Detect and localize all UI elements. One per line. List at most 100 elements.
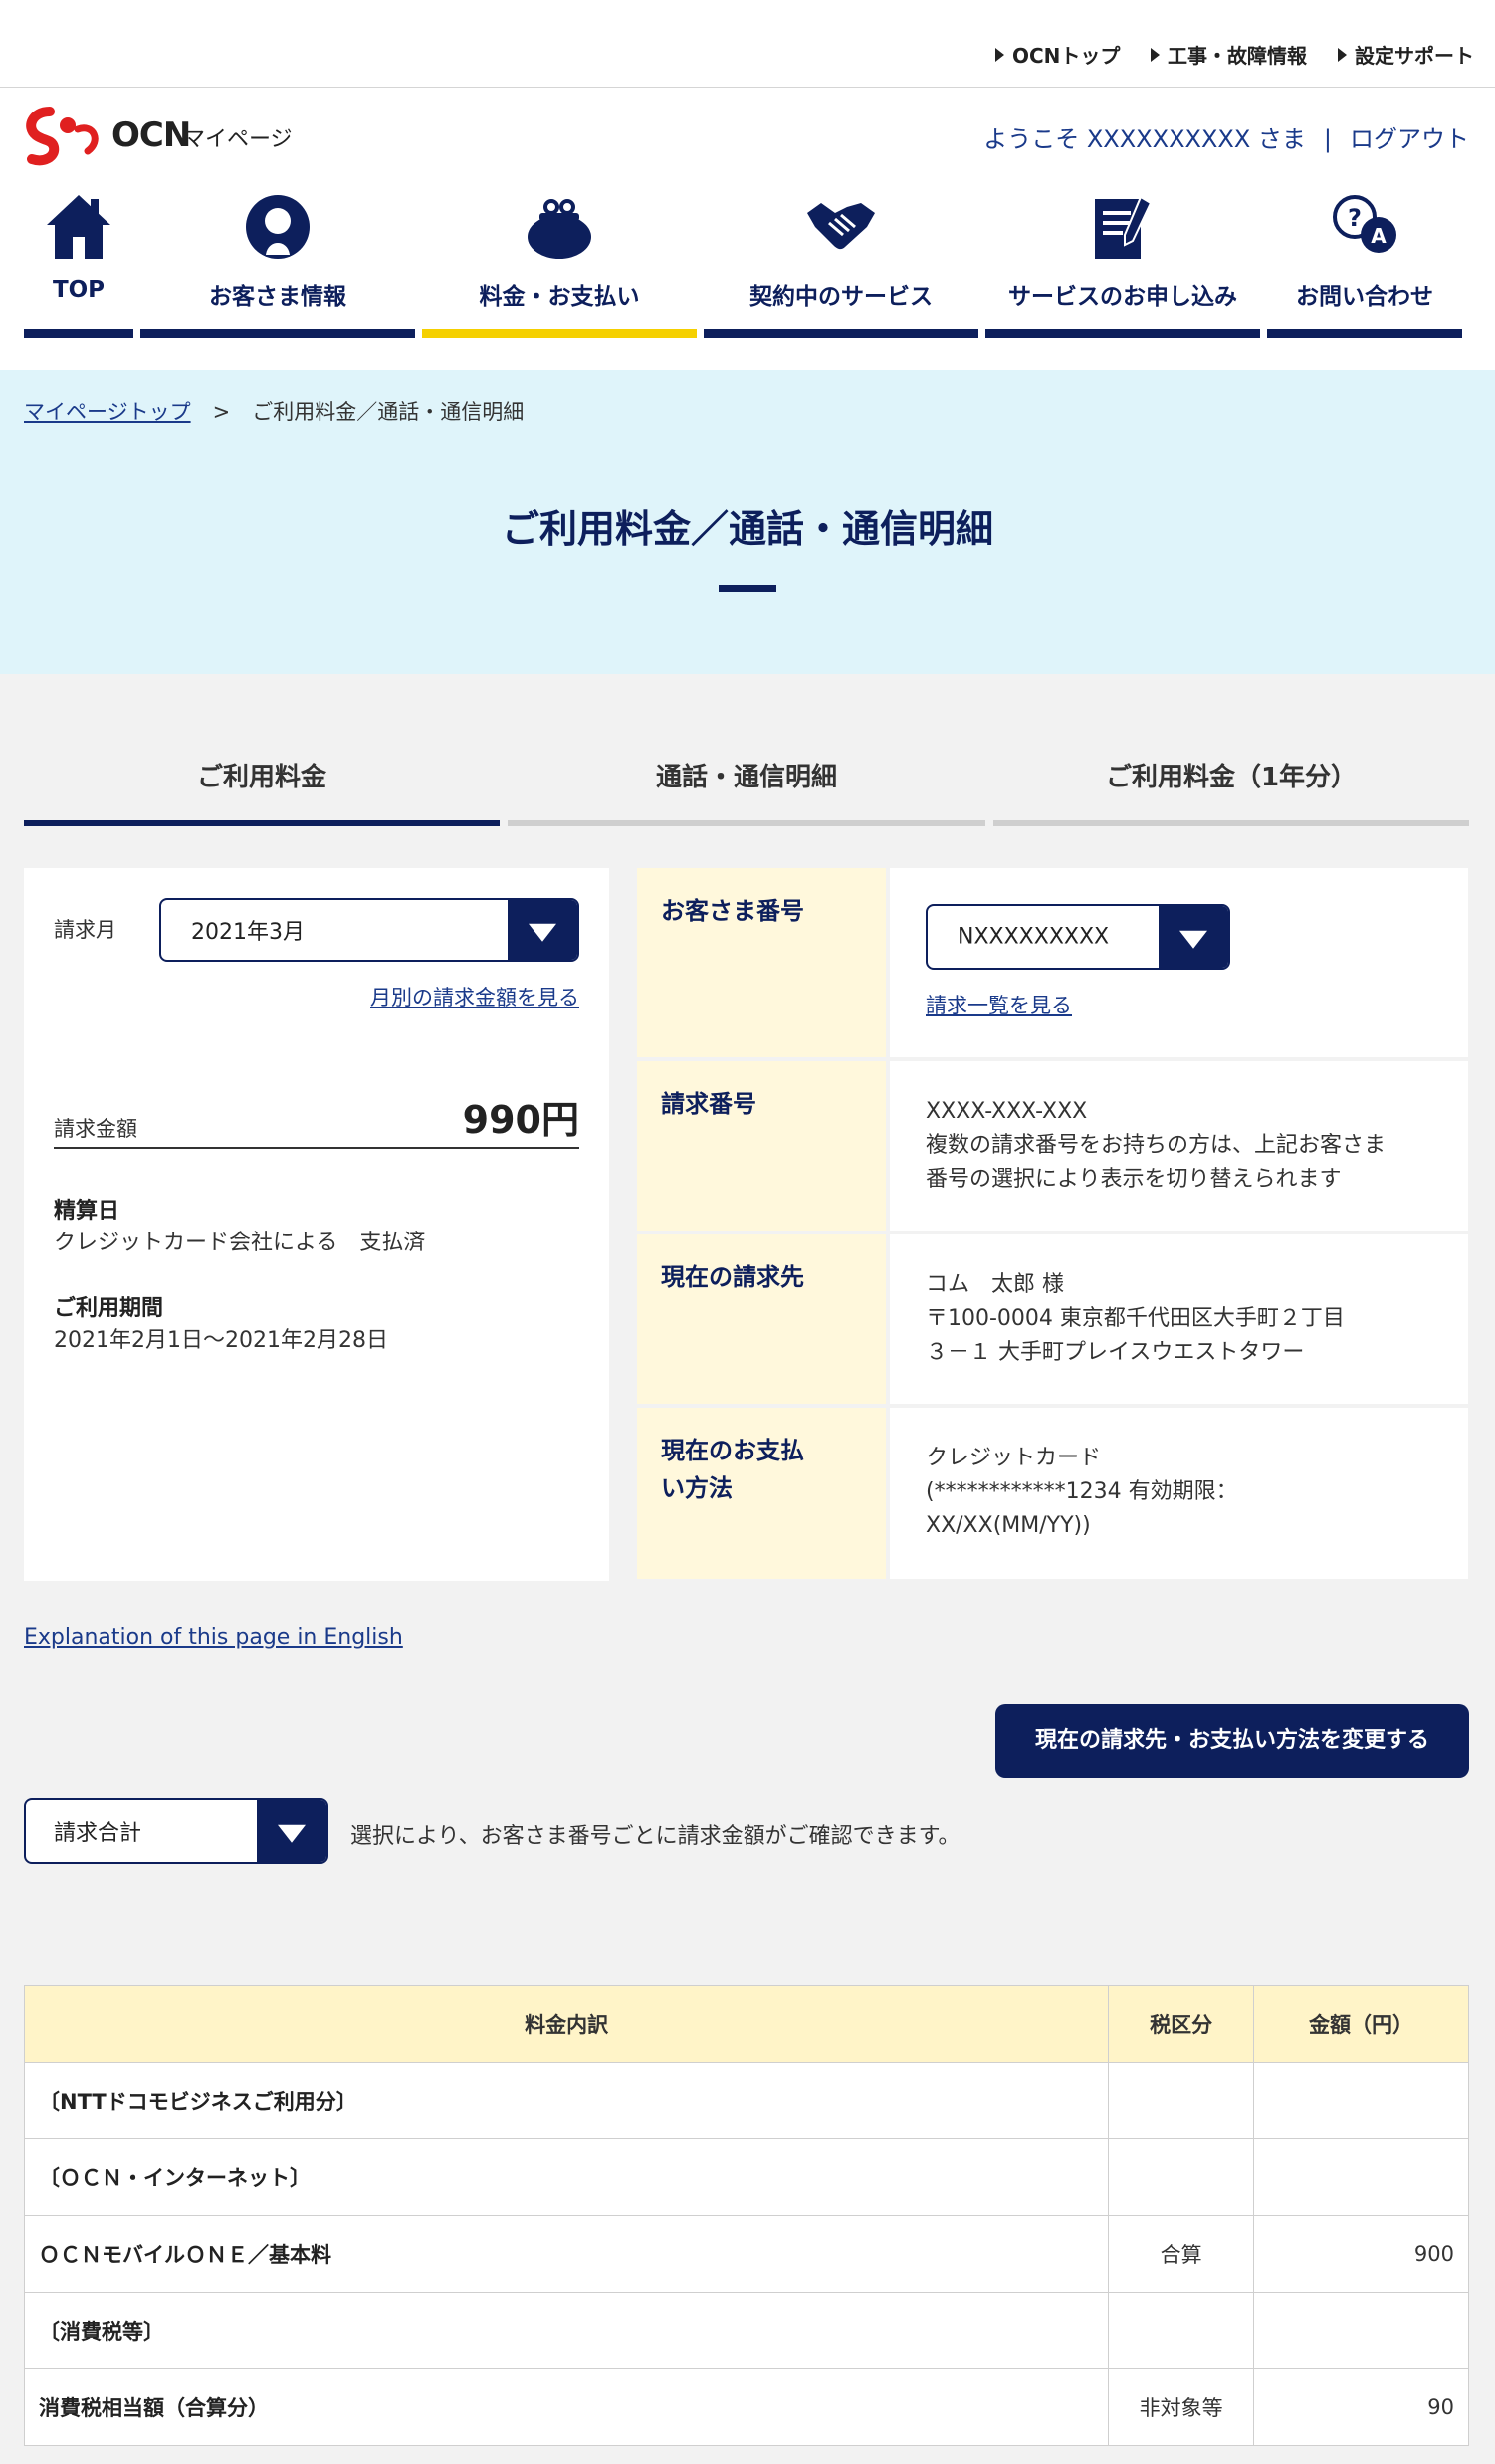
fee-breakdown-table: 料金内訳 税区分 金額（円） 〔NTTドコモビジネスご利用分〕 〔ＯＣＮ・インタ… [23,1985,1469,2446]
table-row: 消費税相当額（合算分） 非対象等 90 [23,2368,1469,2446]
question-bubble-icon: ? A [1333,195,1396,253]
breadcrumb: マイページトップ > ご利用料金／通話・通信明細 [24,396,524,426]
payment-card-expiry: XX/XX(MM/YY)) [926,1513,1091,1538]
logout-link[interactable]: ログアウト [1350,125,1469,153]
logo-text: OCN [111,115,191,155]
fee-tax [1108,2062,1255,2139]
triangle-right-icon [995,48,1004,62]
purse-icon [528,199,591,259]
billing-total-select[interactable]: 請求合計 [24,1798,328,1864]
logo-subtitle: マイページ [183,127,293,152]
home-icon [47,195,110,259]
page-title: ご利用料金／通話・通信明細 [501,507,993,551]
ocn-logo-icon[interactable] [22,106,107,169]
column-header-tax: 税区分 [1108,1985,1255,2063]
table-row: ＯＣＮモバイルＯＮＥ／基本料 合算 900 [23,2215,1469,2293]
svg-text:A: A [1371,224,1387,248]
chevron-down-icon [1159,906,1228,968]
breadcrumb-separator: > [212,400,231,424]
fee-item: 〔NTTドコモビジネスご利用分〕 [23,2062,1110,2139]
handshake-icon [807,203,875,250]
tab-call-details[interactable]: 通話・通信明細 [508,741,985,826]
nav-item-billing[interactable]: 料金・お支払い [422,189,697,338]
customer-number-label: お客さま番号 [637,868,886,1057]
monthly-amount-link[interactable]: 月別の請求金額を見る [370,982,579,1011]
info-row-invoice-number: 請求番号 XXXX-XXX-XXX 複数の請求番号をお持ちの方は、上記お客さま … [637,1061,1468,1231]
column-header-item: 料金内訳 [23,1985,1110,2063]
tab-annual-fee[interactable]: ご利用料金（1年分） [993,741,1469,826]
billing-summary-card: 請求月 2021年3月 月別の請求金額を見る 請求金額 990円 精算日 クレジ… [24,868,609,1581]
customer-number-select[interactable]: NXXXXXXXXX [926,904,1230,970]
info-row-billing-address: 現在の請求先 コム 太郎 様 〒100-0004 東京都千代田区大手町２丁目 ３… [637,1234,1468,1404]
info-row-customer-number: お客さま番号 NXXXXXXXXX 請求一覧を見る [637,868,1468,1057]
fee-amount: 90 [1253,2368,1469,2446]
welcome-separator: | [1323,125,1332,153]
nav-item-top[interactable]: TOP [24,189,133,338]
utility-link-construction[interactable]: 工事・故障情報 [1151,40,1307,69]
invoice-note-line-1: 複数の請求番号をお持ちの方は、上記お客さま [926,1133,1387,1158]
invoice-note-line-2: 番号の選択により表示を切り替えられます [926,1167,1342,1192]
title-underline [719,585,776,592]
english-explanation-link[interactable]: Explanation of this page in English [24,1625,403,1650]
welcome-text: ようこそ XXXXXXXXXX さま [983,125,1306,153]
chevron-down-icon [508,900,577,960]
page-hero: マイページトップ > ご利用料金／通話・通信明細 ご利用料金／通話・通信明細 [0,370,1495,674]
billing-amount-row: 請求金額 990円 [54,1089,579,1149]
breadcrumb-current: ご利用料金／通話・通信明細 [252,400,525,424]
user-icon [246,195,310,259]
document-pen-icon [1095,195,1153,259]
tab-usage-fee[interactable]: ご利用料金 [24,741,500,826]
table-header-row: 料金内訳 税区分 金額（円） [23,1985,1469,2063]
usage-period-value: 2021年2月1日～2021年2月28日 [54,1328,388,1353]
usage-period-label: ご利用期間 [54,1296,164,1321]
fee-tax [1108,2292,1255,2369]
payment-card-number: (************1234 有効期限： [926,1479,1238,1504]
settle-date-label: 精算日 [54,1199,120,1224]
breadcrumb-home-link[interactable]: マイページトップ [24,400,191,424]
fee-item: 〔ＯＣＮ・インターネット〕 [23,2138,1110,2216]
info-row-payment-method: 現在のお支払 い方法 クレジットカード (************1234 有効… [637,1408,1468,1579]
triangle-right-icon [1151,48,1160,62]
welcome-area: ようこそ XXXXXXXXXX さま | ログアウト [983,119,1469,154]
nav-item-apply-service[interactable]: サービスのお申し込み [985,189,1260,338]
column-header-amount: 金額（円） [1253,1985,1469,2063]
invoice-number-label: 請求番号 [637,1061,886,1231]
utility-bar: OCNトップ 工事・故障情報 設定サポート [0,0,1495,88]
billing-address-line-2: ３－１ 大手町プレイスウエストタワー [926,1340,1305,1365]
nav-item-contact[interactable]: ? A お問い合わせ [1267,189,1462,338]
fee-amount [1253,2062,1469,2139]
fee-item: ＯＣＮモバイルＯＮＥ／基本料 [23,2215,1110,2293]
table-row: 〔NTTドコモビジネスご利用分〕 [23,2062,1469,2139]
fee-tax [1108,2138,1255,2216]
payment-method-type: クレジットカード [926,1446,1102,1470]
fee-amount [1253,2292,1469,2369]
fee-item: 〔消費税等〕 [23,2292,1110,2369]
settle-date-value: クレジットカード会社による 支払済 [54,1231,426,1255]
invoice-list-link[interactable]: 請求一覧を見る [926,990,1072,1019]
triangle-right-icon [1338,48,1347,62]
utility-link-support[interactable]: 設定サポート [1338,40,1474,69]
billing-month-label: 請求月 [54,918,116,942]
payment-method-label: 現在のお支払 い方法 [637,1408,886,1579]
invoice-number-value: XXXX-XXX-XXX [926,1099,1088,1124]
chevron-down-icon [257,1800,326,1862]
fee-amount: 900 [1253,2215,1469,2293]
table-row: 〔ＯＣＮ・インターネット〕 [23,2138,1469,2216]
nav-item-customer-info[interactable]: お客さま情報 [140,189,415,338]
fee-tax: 合算 [1108,2215,1255,2293]
utility-link-ocn-top[interactable]: OCNトップ [995,40,1120,69]
billing-total-note: 選択により、お客さま番号ごとに請求金額がご確認できます。 [350,1824,961,1849]
svg-text:?: ? [1348,204,1362,232]
billing-address-label: 現在の請求先 [637,1234,886,1404]
billing-amount-value: 990円 [462,1098,579,1142]
billing-address-name: コム 太郎 様 [926,1272,1064,1297]
billing-address-line-1: 〒100-0004 東京都千代田区大手町２丁目 [926,1306,1345,1331]
nav-item-contracted-services[interactable]: 契約中のサービス [704,189,978,338]
fee-item: 消費税相当額（合算分） [23,2368,1110,2446]
fee-tax: 非対象等 [1108,2368,1255,2446]
change-billing-payment-button[interactable]: 現在の請求先・お支払い方法を変更する [995,1704,1469,1778]
billing-amount-label: 請求金額 [54,1117,137,1141]
billing-month-select[interactable]: 2021年3月 [159,898,579,962]
table-row: 〔消費税等〕 [23,2292,1469,2369]
fee-amount [1253,2138,1469,2216]
